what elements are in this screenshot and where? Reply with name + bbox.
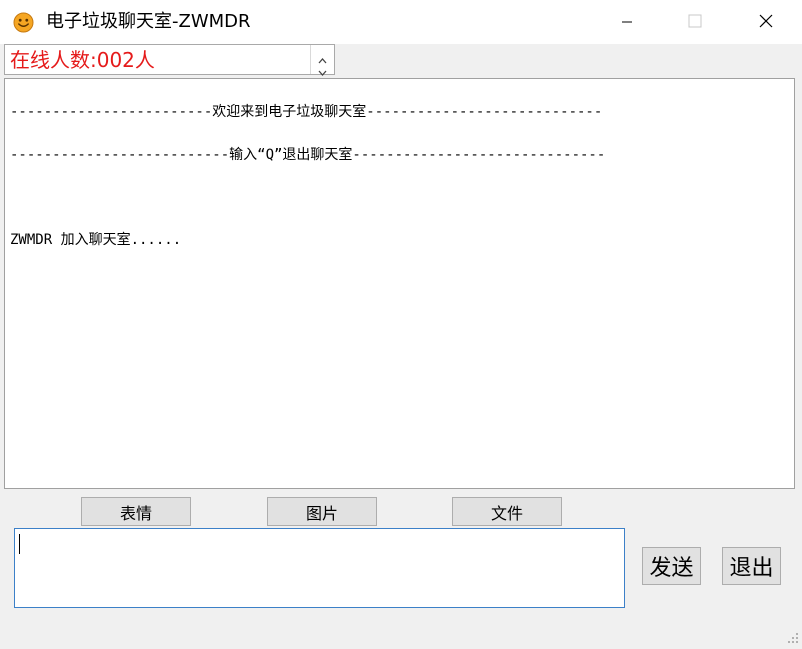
message-input[interactable] (14, 528, 625, 608)
chat-log[interactable]: ------------------------欢迎来到电子垃圾聊天室-----… (4, 78, 795, 489)
image-button[interactable]: 图片 (267, 497, 377, 526)
maximize-button[interactable] (672, 0, 718, 44)
quit-button[interactable]: 退出 (722, 547, 781, 585)
smiley-face-icon (13, 12, 34, 33)
file-button[interactable]: 文件 (452, 497, 562, 526)
close-button[interactable] (743, 0, 789, 44)
close-icon (759, 13, 773, 32)
online-count-text: 在线人数:002人 (10, 48, 155, 72)
send-button[interactable]: 发送 (642, 547, 701, 585)
resize-grip-icon[interactable] (786, 630, 800, 644)
log-line: ------------------------欢迎来到电子垃圾聊天室-----… (10, 104, 603, 120)
log-line: --------------------------输入“Q”退出聊天室----… (10, 147, 606, 163)
minimize-button[interactable] (604, 0, 650, 44)
spin-buttons[interactable] (310, 45, 334, 76)
chat-window: 电子垃圾聊天室-ZWMDR 在线人数:002人 ----------------… (0, 0, 802, 646)
title-bar[interactable]: 电子垃圾聊天室-ZWMDR (0, 0, 802, 44)
log-line: ZWMDR 加入聊天室...... (10, 232, 182, 248)
minimize-icon (621, 13, 633, 32)
emoji-button[interactable]: 表情 (81, 497, 191, 526)
online-count-spinbox[interactable]: 在线人数:002人 (4, 44, 335, 76)
window-title: 电子垃圾聊天室-ZWMDR (46, 11, 251, 32)
text-caret (19, 534, 20, 554)
maximize-icon (688, 13, 702, 32)
